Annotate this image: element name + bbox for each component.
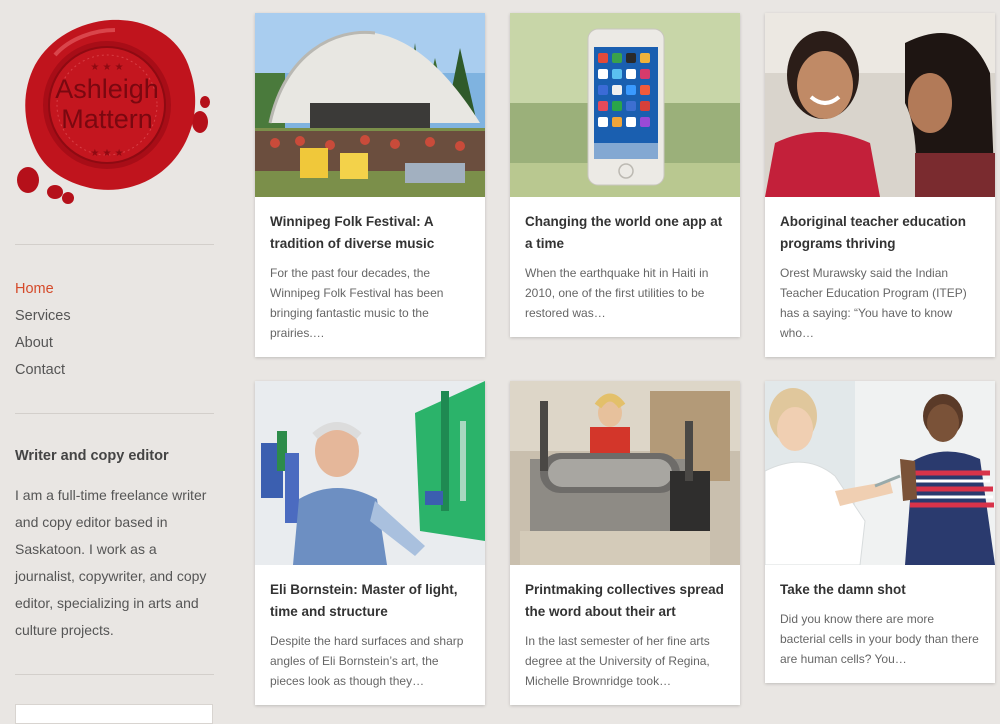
logo-text-line1: Ashleigh bbox=[55, 74, 159, 104]
svg-text:★ ★ ★: ★ ★ ★ bbox=[90, 148, 123, 159]
post-card[interactable]: Eli Bornstein: Master of light, time and… bbox=[255, 381, 485, 705]
divider bbox=[15, 244, 214, 245]
search-input[interactable] bbox=[15, 704, 213, 724]
post-excerpt: When the earthquake hit in Haiti in 2010… bbox=[525, 266, 709, 320]
post-card[interactable]: Changing the world one app at a time Whe… bbox=[510, 13, 740, 337]
post-thumbnail-printmaking[interactable] bbox=[510, 381, 740, 565]
post-thumbnail-iphone[interactable] bbox=[510, 13, 740, 197]
nav-item-home[interactable]: Home bbox=[15, 280, 71, 307]
divider bbox=[15, 413, 214, 414]
widget-title: Writer and copy editor bbox=[15, 448, 169, 464]
sidebar: ★ ★ ★ ★ ★ ★ Ashleigh Mattern Home Servic… bbox=[0, 0, 230, 724]
post-title[interactable]: Take the damn shot bbox=[780, 579, 980, 601]
svg-text:★ ★ ★: ★ ★ ★ bbox=[90, 62, 123, 73]
divider bbox=[15, 674, 214, 675]
post-thumbnail-eli-bornstein[interactable] bbox=[255, 381, 485, 565]
post-title[interactable]: Aboriginal teacher education programs th… bbox=[780, 211, 980, 255]
post-title[interactable]: Changing the world one app at a time bbox=[525, 211, 725, 255]
site-logo-wax-seal[interactable]: ★ ★ ★ ★ ★ ★ Ashleigh Mattern bbox=[10, 10, 220, 210]
post-title[interactable]: Eli Bornstein: Master of light, time and… bbox=[270, 579, 470, 623]
main-navigation: Home Services About Contact bbox=[15, 280, 71, 388]
post-title[interactable]: Winnipeg Folk Festival: A tradition of d… bbox=[270, 211, 470, 255]
post-card[interactable]: Aboriginal teacher education programs th… bbox=[765, 13, 995, 357]
post-excerpt: For the past four decades, the Winnipeg … bbox=[270, 266, 444, 340]
post-card[interactable]: Winnipeg Folk Festival: A tradition of d… bbox=[255, 13, 485, 357]
post-card[interactable]: Take the damn shot Did you know there ar… bbox=[765, 381, 995, 683]
post-thumbnail-folk-festival[interactable] bbox=[255, 13, 485, 197]
post-excerpt: In the last semester of her fine arts de… bbox=[525, 634, 710, 688]
post-thumbnail-teacher-education[interactable] bbox=[765, 13, 995, 197]
nav-item-contact[interactable]: Contact bbox=[15, 361, 71, 388]
post-title[interactable]: Printmaking collectives spread the word … bbox=[525, 579, 725, 623]
post-thumbnail-vaccination[interactable] bbox=[765, 381, 995, 565]
post-card[interactable]: Printmaking collectives spread the word … bbox=[510, 381, 740, 705]
nav-item-services[interactable]: Services bbox=[15, 307, 71, 334]
post-excerpt: Orest Murawsky said the Indian Teacher E… bbox=[780, 266, 967, 340]
nav-item-about[interactable]: About bbox=[15, 334, 71, 361]
wax-seal-icon: ★ ★ ★ ★ ★ ★ Ashleigh Mattern bbox=[17, 19, 210, 204]
post-excerpt: Did you know there are more bacterial ce… bbox=[780, 612, 979, 666]
post-excerpt: Despite the hard surfaces and sharp angl… bbox=[270, 634, 464, 688]
logo-text-line2: Mattern bbox=[61, 104, 153, 134]
widget-text: I am a full-time freelance writer and co… bbox=[15, 487, 207, 638]
